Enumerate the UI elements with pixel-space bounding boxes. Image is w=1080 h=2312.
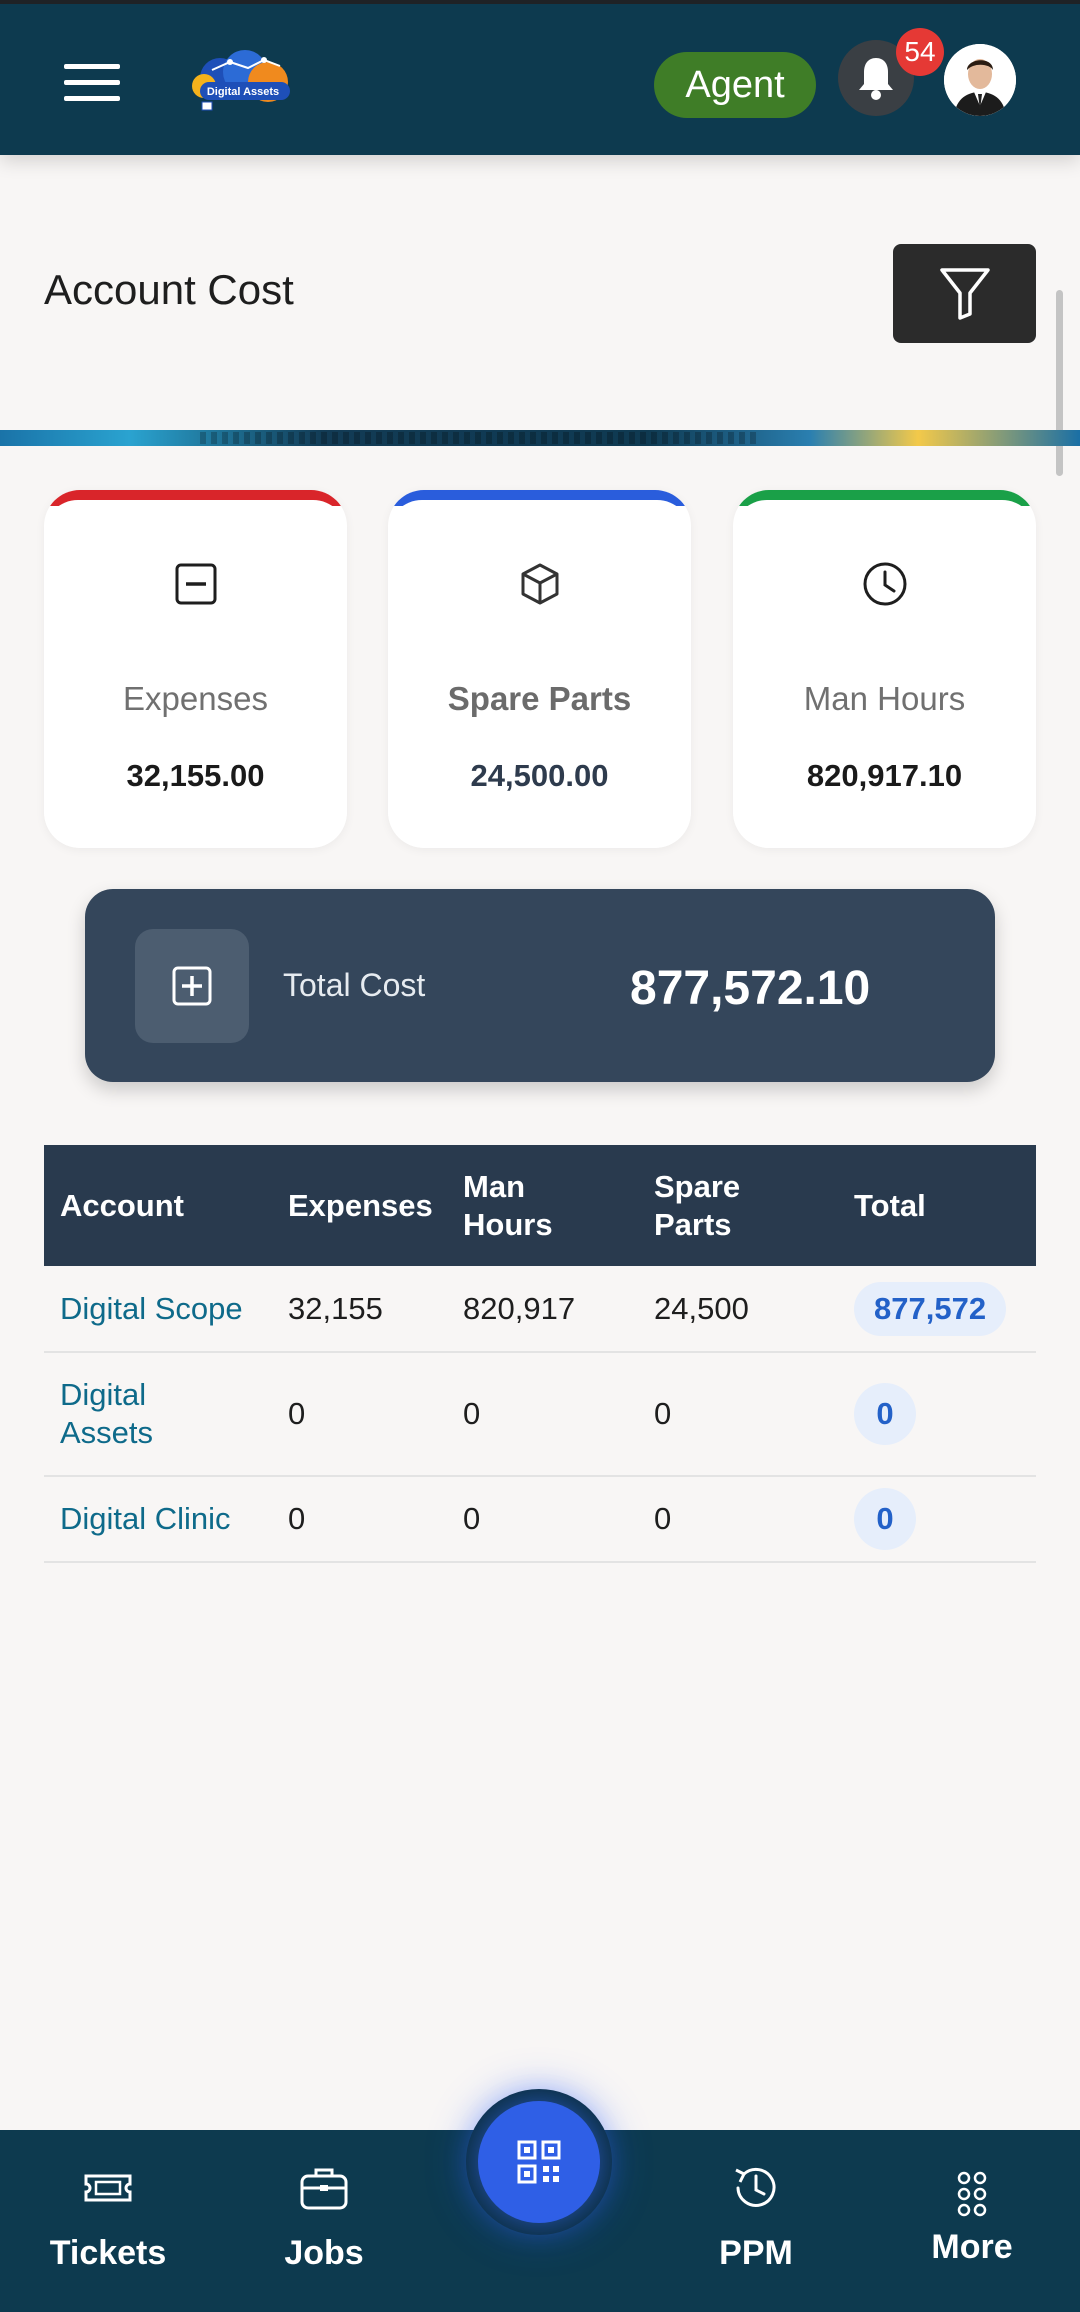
nav-tickets[interactable]: Tickets (28, 2130, 188, 2312)
man-hours-cell: 0 (463, 1396, 481, 1431)
spare-parts-card: Spare Parts 24,500.00 (388, 490, 691, 848)
man-hours-cell: 0 (463, 1501, 481, 1536)
nav-ppm[interactable]: PPM (676, 2130, 836, 2312)
table-header: Account Expenses Man Hours Spare Parts T… (44, 1145, 1036, 1266)
nav-tickets-label: Tickets (49, 2234, 167, 2272)
expenses-value: 32,155.00 (126, 758, 265, 793)
account-name[interactable]: Digital Assets (60, 1353, 210, 1475)
hamburger-menu-icon[interactable] (64, 64, 120, 102)
spare-parts-label: Spare Parts (447, 680, 632, 717)
qr-scan-button[interactable] (478, 2101, 600, 2223)
column-header-account[interactable]: Account (60, 1145, 270, 1266)
notification-count-badge: 54 (896, 28, 944, 76)
expenses-cell: 0 (288, 1396, 306, 1431)
plus-square-icon (172, 966, 212, 1006)
clock-history-icon (735, 2167, 776, 2207)
nav-jobs[interactable]: Jobs (244, 2130, 404, 2312)
total-pill: 0 (854, 1488, 916, 1550)
column-header-spare-parts[interactable]: Spare Parts (654, 1145, 774, 1266)
account-name[interactable]: Digital Clinic (60, 1477, 270, 1561)
minus-square-icon (175, 563, 216, 605)
cube-icon (521, 563, 558, 605)
man-hours-label: Man Hours (803, 680, 966, 717)
column-header-man-hours[interactable]: Man Hours (463, 1145, 603, 1266)
expenses-card: Expenses 32,155.00 (44, 490, 347, 848)
man-hours-value: 820,917.10 (806, 758, 963, 793)
ticket-icon (84, 2174, 132, 2202)
total-cell: 0 (854, 1477, 916, 1561)
table-row[interactable]: Digital Assets 0 0 0 0 (44, 1353, 1036, 1477)
spare-parts-cell: 0 (654, 1501, 672, 1536)
total-cost-value: 877,572.10 (630, 962, 871, 1015)
spare-parts-value: 24,500.00 (470, 758, 609, 793)
man-hours-card: Man Hours 820,917.10 (733, 490, 1036, 848)
more-grid-icon (957, 2171, 987, 2217)
top-bar: Digital Assets Agent 54 (0, 0, 1080, 155)
briefcase-icon (300, 2168, 348, 2210)
filter-button[interactable] (893, 244, 1036, 343)
total-cost-icon-box (135, 929, 249, 1043)
nav-jobs-label: Jobs (284, 2234, 364, 2272)
total-cell: 0 (854, 1353, 916, 1475)
digital-assets-logo: Digital Assets (192, 50, 290, 111)
role-badge[interactable]: Agent (654, 52, 816, 118)
nav-ppm-label: PPM (719, 2234, 793, 2272)
table-row[interactable]: Digital Scope 32,155 820,917 24,500 877,… (44, 1266, 1036, 1353)
spare-parts-cell: 0 (654, 1396, 672, 1431)
page-title: Account Cost (44, 266, 294, 313)
account-name[interactable]: Digital Scope (60, 1266, 270, 1351)
svg-text:Digital Assets: Digital Assets (207, 86, 279, 98)
spare-parts-cell: 24,500 (654, 1290, 749, 1326)
decorative-banner-pattern (200, 432, 760, 444)
qr-code-icon (517, 2140, 561, 2184)
total-cost-label: Total Cost (283, 967, 426, 1003)
total-cell: 877,572 (854, 1266, 1007, 1351)
total-cost-card: Total Cost 877,572.10 (85, 889, 995, 1082)
man-hours-cell: 820,917 (463, 1290, 576, 1326)
bell-icon (859, 58, 893, 100)
table-row[interactable]: Digital Clinic 0 0 0 0 (44, 1477, 1036, 1563)
user-avatar[interactable] (944, 44, 1016, 116)
expenses-cell: 32,155 (288, 1290, 383, 1326)
scrollbar-thumb[interactable] (1056, 290, 1063, 476)
expenses-cell: 0 (288, 1501, 306, 1536)
column-header-total[interactable]: Total (854, 1145, 926, 1266)
nav-more-label: More (931, 2228, 1013, 2266)
total-pill: 0 (854, 1383, 916, 1445)
expenses-label: Expenses (123, 680, 268, 717)
nav-more[interactable]: More (892, 2130, 1052, 2312)
total-pill: 877,572 (854, 1281, 1007, 1336)
account-cost-table: Account Expenses Man Hours Spare Parts T… (44, 1145, 1036, 1563)
clock-icon (863, 562, 906, 606)
filter-icon (939, 267, 990, 320)
column-header-expenses[interactable]: Expenses (288, 1145, 433, 1266)
